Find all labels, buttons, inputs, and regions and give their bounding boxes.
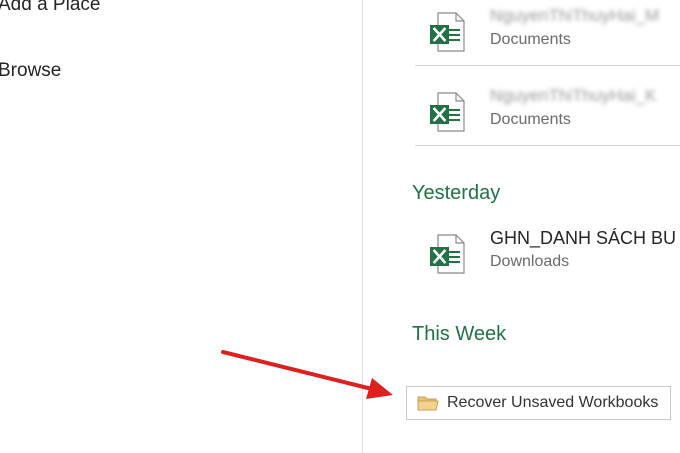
group-heading-yesterday: Yesterday [412,182,501,204]
file-location: Documents [490,31,571,48]
group-heading-this-week: This Week [412,323,507,345]
file-name: NguyenThiThuyHai_M [490,6,660,25]
excel-file-icon [430,12,465,52]
excel-file-icon [430,234,465,274]
recent-file-item[interactable]: GHN_DANH SÁCH BU Downloads [415,226,680,296]
recover-button-label: Recover Unsaved Workbooks [447,394,659,411]
recent-file-item[interactable]: NguyenThiThuyHai_K Documents [415,84,680,154]
row-divider [415,65,680,66]
excel-file-icon [430,92,465,132]
recent-file-item[interactable]: NguyenThiThuyHai_M Documents [415,4,680,74]
left-navigation: Add a Place Browse [0,0,362,453]
file-location: Downloads [490,253,570,270]
file-name: NguyenThiThuyHai_K [490,86,657,105]
row-divider [415,145,680,146]
add-a-place-item[interactable]: Add a Place [0,0,100,16]
file-location: Documents [490,111,571,128]
folder-icon [417,396,439,411]
browse-item[interactable]: Browse [0,60,61,82]
recover-unsaved-workbooks-button[interactable]: Recover Unsaved Workbooks [406,386,671,420]
file-name: GHN_DANH SÁCH BU [490,228,677,248]
excel-open-backstage: Add a Place Browse NguyenThiThuyHai_M Do… [0,0,680,453]
vertical-divider [362,0,363,453]
